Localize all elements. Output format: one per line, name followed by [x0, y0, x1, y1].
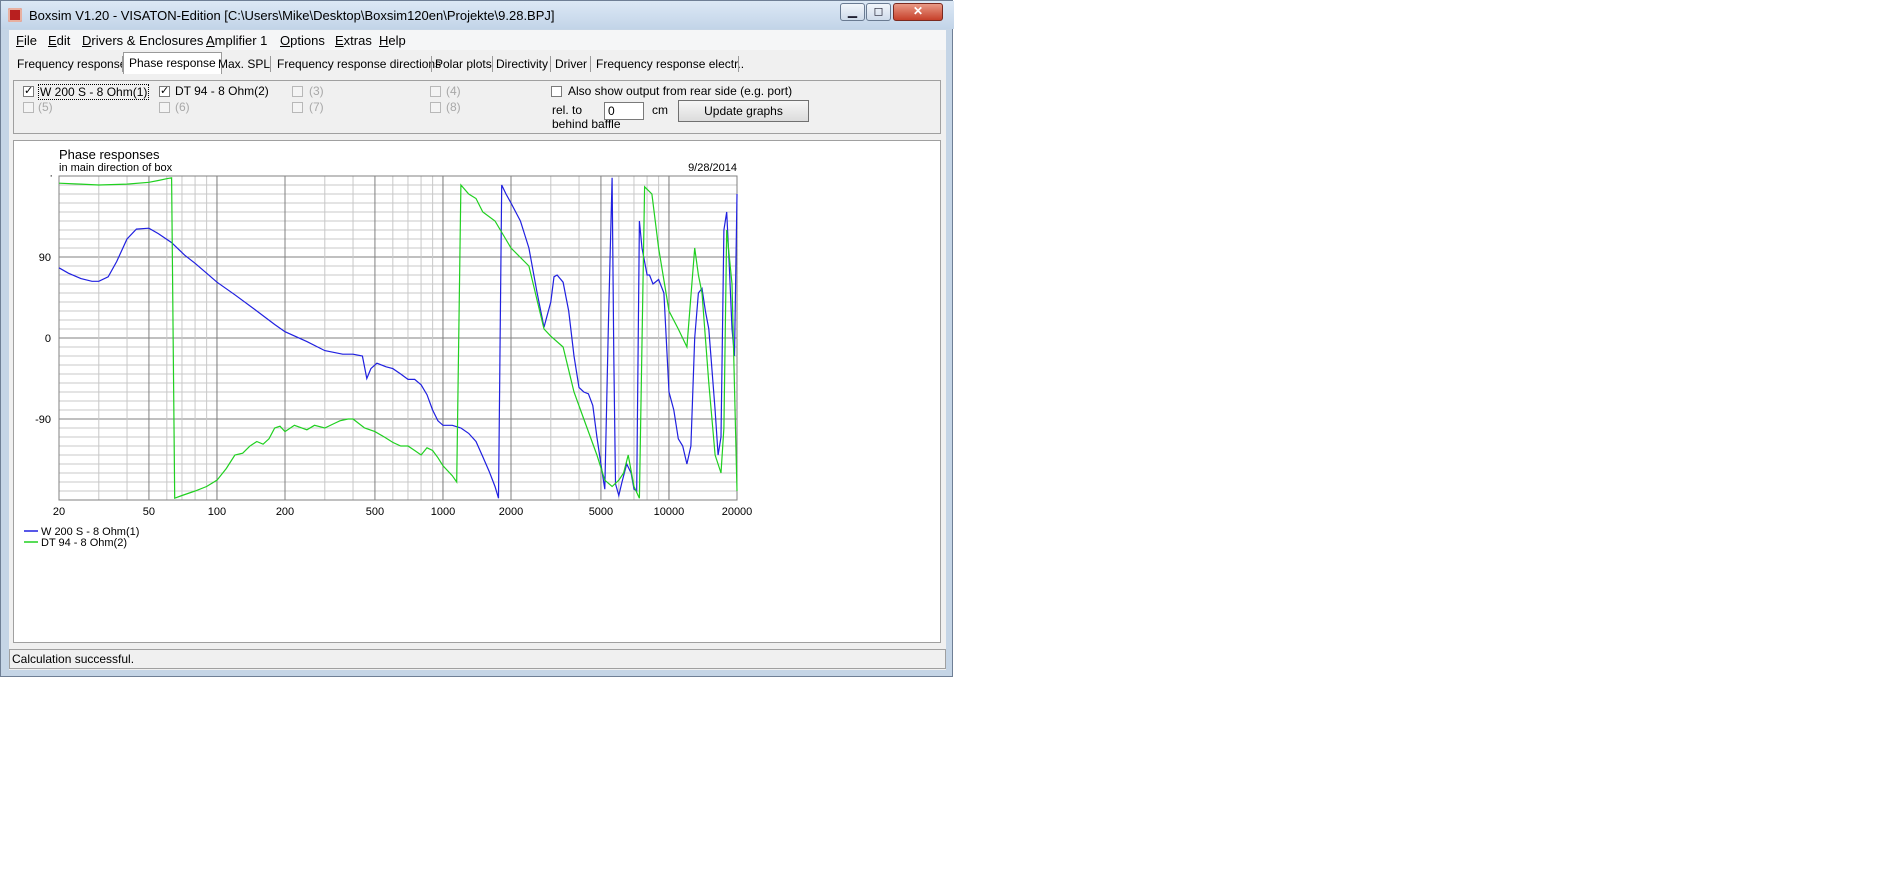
tab-driver[interactable]: Driver — [555, 55, 587, 73]
y-tick-label: · — [49, 170, 53, 182]
chart-grid — [58, 175, 738, 501]
menu-amplifier[interactable]: Amplifier 1 — [206, 33, 267, 48]
title-bar[interactable]: Boxsim V1.20 - VISATON-Edition [C:\Users… — [1, 1, 954, 29]
phase-chart-area: Phase responses in main direction of box… — [13, 140, 941, 643]
chart-legend: W 200 S - 8 Ohm(1)DT 94 - 8 Ohm(2) — [24, 526, 139, 549]
y-tick-label: -90 — [35, 414, 51, 426]
driver-6-label: (6) — [175, 100, 190, 114]
driver-5-label: (5) — [38, 100, 53, 114]
tab-strip: Frequency response. Phase response Max. … — [9, 52, 946, 74]
close-button[interactable]: ✕ — [893, 3, 943, 21]
menu-extras[interactable]: Extras — [335, 33, 372, 48]
driver-8-checkbox[interactable] — [430, 102, 441, 113]
status-text: Calculation successful. — [12, 652, 135, 666]
app-logo-icon[interactable] — [8, 8, 22, 22]
menu-options[interactable]: Options — [280, 33, 325, 48]
driver-7-checkbox[interactable] — [292, 102, 303, 113]
tab-frequency-response-electrical[interactable]: Frequency response electr.. — [596, 55, 744, 73]
x-tick-label: 50 — [143, 506, 155, 518]
menu-drivers-enclosures[interactable]: Drivers & Enclosures — [82, 33, 203, 48]
rear-output-checkbox[interactable] — [551, 86, 562, 97]
x-tick-label: 10000 — [654, 506, 685, 518]
driver-7-label: (7) — [309, 100, 324, 114]
menu-file[interactable]: File — [16, 33, 37, 48]
tab-divider — [550, 56, 551, 72]
driver-2-checkbox[interactable]: ✓ — [159, 86, 170, 97]
y-tick-label: 0 — [45, 333, 51, 345]
driver-1-checkbox[interactable]: ✓ — [23, 86, 34, 97]
minimize-button[interactable]: ▁ — [840, 3, 865, 21]
driver-4-label: (4) — [446, 84, 461, 98]
tab-directivity[interactable]: Directivity — [496, 55, 548, 73]
tab-divider — [270, 56, 271, 72]
baffle-offset-input[interactable] — [604, 102, 644, 120]
driver-selection-panel: ✓ W 200 S - 8 Ohm(1) ✓ DT 94 - 8 Ohm(2) … — [13, 80, 941, 134]
driver-4-checkbox[interactable] — [430, 86, 441, 97]
driver-5-checkbox[interactable] — [23, 102, 34, 113]
chart-subtitle: in main direction of box — [59, 162, 173, 174]
rel-to-label: rel. to — [552, 103, 583, 117]
status-bar: Calculation successful. — [9, 649, 946, 669]
x-tick-label: 500 — [366, 506, 384, 518]
driver-3-checkbox[interactable] — [292, 86, 303, 97]
client-area: File Edit Drivers & Enclosures Amplifier… — [9, 30, 946, 670]
driver-1-label[interactable]: W 200 S - 8 Ohm(1) — [38, 84, 150, 100]
driver-6-checkbox[interactable] — [159, 102, 170, 113]
legend-label-2: DT 94 - 8 Ohm(2) — [41, 537, 127, 549]
offset-unit-label: cm — [652, 103, 668, 117]
rear-output-label[interactable]: Also show output from rear side (e.g. po… — [568, 84, 792, 98]
tab-max-spl[interactable]: Max. SPL — [218, 55, 270, 73]
app-window: Boxsim V1.20 - VISATON-Edition [C:\Users… — [0, 0, 954, 677]
chart-axis-labels: 20 50 100 200 500 1000 2000 5000 10000 20000 90 0 -9… — [35, 170, 752, 518]
tab-divider — [590, 56, 591, 72]
x-tick-label: 100 — [208, 506, 226, 518]
chart-date: 9/28/2014 — [688, 162, 737, 174]
tab-divider — [738, 56, 739, 72]
phase-chart: Phase responses in main direction of box… — [24, 147, 752, 549]
menu-help[interactable]: Help — [379, 33, 406, 48]
x-tick-label: 20 — [53, 506, 65, 518]
driver-3-label: (3) — [309, 84, 324, 98]
menu-edit[interactable]: Edit — [48, 33, 70, 48]
tab-polar-plots[interactable]: Polar plots — [435, 55, 492, 73]
tab-frequency-response[interactable]: Frequency response. — [17, 55, 130, 73]
x-tick-label: 2000 — [499, 506, 523, 518]
y-tick-label: 90 — [39, 252, 51, 264]
x-tick-label: 200 — [276, 506, 294, 518]
window-title: Boxsim V1.20 - VISATON-Edition [C:\Users… — [29, 8, 555, 23]
chart-title: Phase responses — [59, 147, 160, 162]
tab-divider — [431, 56, 432, 72]
x-tick-label: 20000 — [722, 506, 753, 518]
driver-2-label[interactable]: DT 94 - 8 Ohm(2) — [175, 84, 269, 98]
maximize-button[interactable]: ◻ — [866, 3, 891, 21]
x-tick-label: 5000 — [589, 506, 613, 518]
tab-frequency-response-directions[interactable]: Frequency response directions — [277, 55, 441, 73]
tab-divider — [492, 56, 493, 72]
x-tick-label: 1000 — [431, 506, 455, 518]
driver-8-label: (8) — [446, 100, 461, 114]
update-graphs-button[interactable]: Update graphs — [678, 100, 809, 122]
tab-phase-response[interactable]: Phase response — [123, 52, 222, 74]
menu-bar: File Edit Drivers & Enclosures Amplifier… — [9, 30, 946, 50]
